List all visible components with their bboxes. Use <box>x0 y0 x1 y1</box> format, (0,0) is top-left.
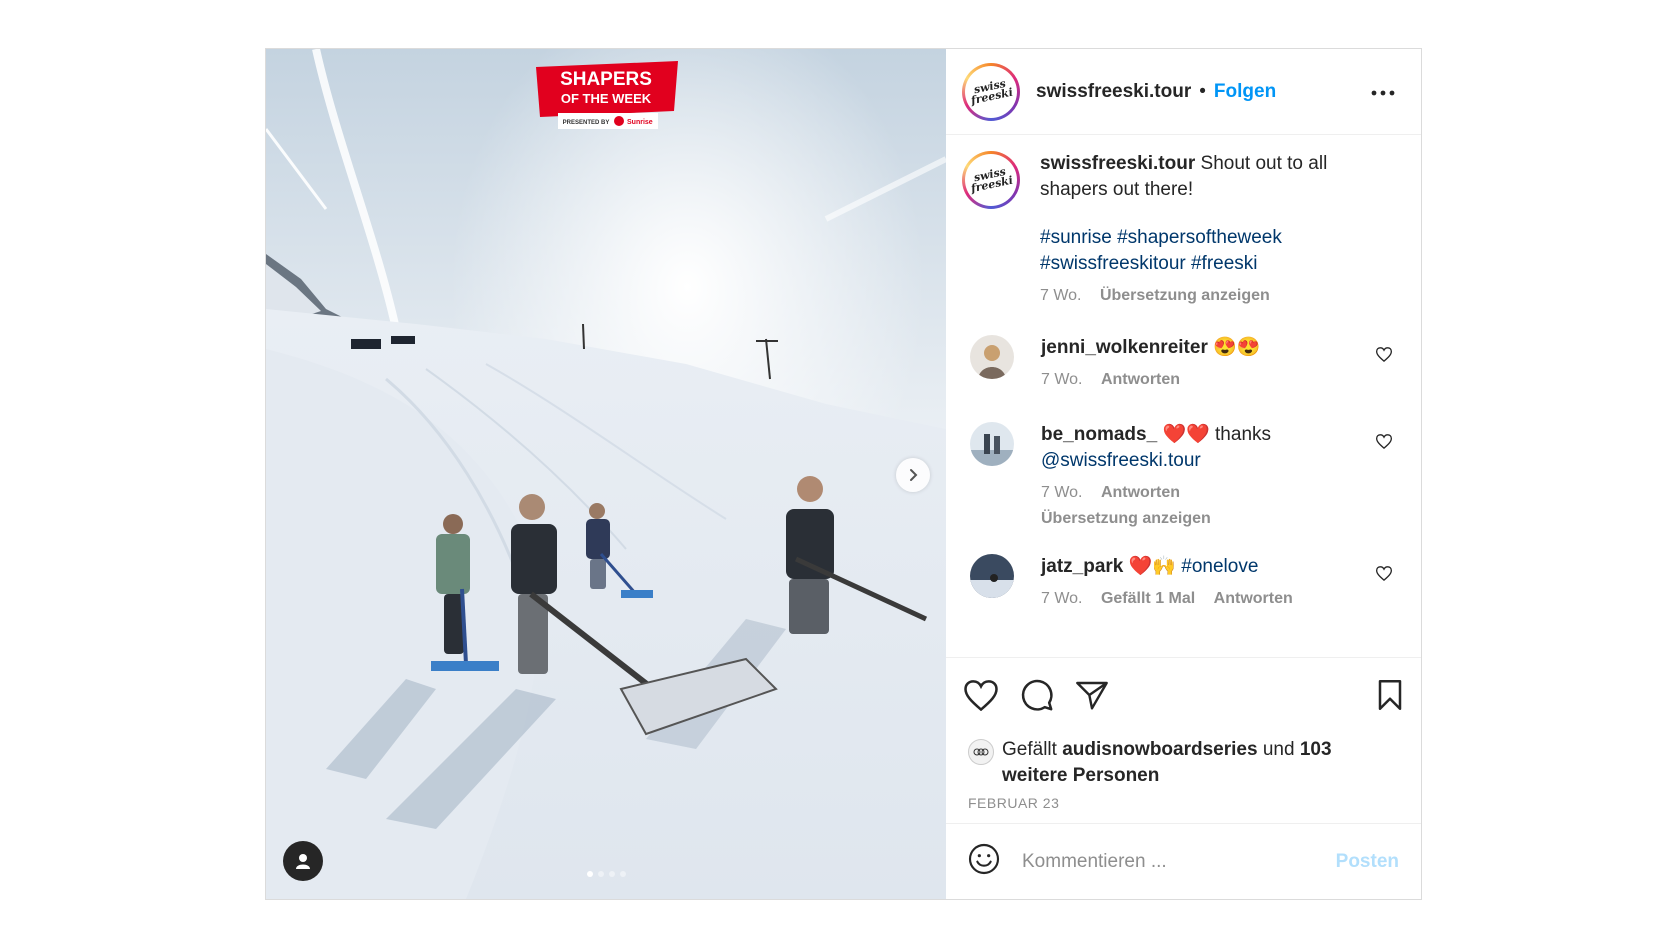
avatar-logo-text: swiss freeski <box>969 164 1015 196</box>
comment-time: 7 Wo. <box>1041 590 1083 607</box>
sunrise-logo-icon <box>614 116 624 126</box>
likes-suffix[interactable]: weitere Personen <box>1002 765 1159 786</box>
comment-avatar[interactable] <box>970 554 1014 598</box>
header-separator: • <box>1199 80 1206 102</box>
carousel-dot <box>597 871 604 877</box>
reply-link[interactable]: Antworten <box>1101 484 1180 501</box>
badge-line1: SHAPERS <box>560 69 652 90</box>
caption-hashtags: #sunrise #shapersoftheweek #swissfreeski… <box>1040 225 1360 277</box>
comment-username[interactable]: jenni_wolkenreiter <box>1041 337 1208 358</box>
comment-button[interactable] <box>1020 678 1054 717</box>
comment-time: 7 Wo. <box>1041 484 1083 501</box>
comment-text: ❤️🙌 <box>1128 556 1176 577</box>
comment-composer: Posten <box>946 823 1421 899</box>
caption-avatar[interactable]: swiss freeski <box>962 151 1020 209</box>
carousel-dot <box>619 871 626 877</box>
smiley-icon <box>968 843 1000 875</box>
header-username[interactable]: swissfreeski.tour <box>1036 81 1191 103</box>
carousel-dot <box>608 871 615 877</box>
likes-count[interactable]: 103 <box>1300 739 1332 760</box>
share-button[interactable] <box>1076 680 1108 715</box>
shapers-of-the-week-badge: SHAPERS OF THE WEEK PRESENTED BY Sunrise <box>536 61 678 129</box>
likes-section: Gefällt audisnowboardseries und 103 weit… <box>946 737 1421 823</box>
comment-like-button[interactable] <box>1375 347 1393 367</box>
heart-icon <box>964 679 998 711</box>
comment-like-button[interactable] <box>1375 566 1393 586</box>
heart-icon <box>1375 347 1393 363</box>
post-photo <box>266 49 946 899</box>
audi-logo-icon <box>973 748 989 756</box>
comment-avatar[interactable] <box>970 335 1014 379</box>
more-options-button[interactable] <box>1371 83 1395 101</box>
liker-avatar[interactable] <box>968 739 994 765</box>
comment-input[interactable] <box>1022 850 1322 873</box>
translate-link[interactable]: Übersetzung anzeigen <box>1041 510 1211 527</box>
chevron-right-icon <box>910 469 918 481</box>
comment-like-button[interactable] <box>1375 434 1393 454</box>
hashtags-line[interactable]: #swissfreeskitour #freeski <box>1040 251 1360 277</box>
caption-meta: 7 Wo. Übersetzung anzeigen <box>1040 283 1360 309</box>
post-date[interactable]: FEBRUAR 23 <box>968 795 1399 811</box>
carousel-next-button[interactable] <box>896 458 930 492</box>
reply-link[interactable]: Antworten <box>1214 590 1293 607</box>
carousel-dot-active <box>586 871 593 877</box>
post-side-panel: swiss freeski swissfreeski.tour • Folgen… <box>946 49 1421 899</box>
post-media[interactable]: SHAPERS OF THE WEEK PRESENTED BY Sunrise <box>266 49 946 899</box>
post-caption: swiss freeski swissfreeski.tour Shout ou… <box>962 151 1405 309</box>
save-button[interactable] <box>1377 680 1403 715</box>
badge-presented-by: PRESENTED BY <box>563 120 610 126</box>
post-actions <box>946 657 1421 737</box>
post-header: swiss freeski swissfreeski.tour • Folgen <box>946 49 1421 135</box>
caption-username[interactable]: swissfreeski.tour <box>1040 153 1195 174</box>
liker-username[interactable]: audisnowboardseries <box>1062 739 1257 760</box>
comment-avatar[interactable] <box>970 422 1014 466</box>
more-horizontal-icon <box>1371 90 1395 95</box>
comment-icon <box>1021 679 1053 711</box>
comment-hashtag[interactable]: #onelove <box>1181 556 1258 577</box>
badge-line2: OF THE WEEK <box>561 91 652 106</box>
bookmark-icon <box>1378 680 1402 710</box>
likes-prefix: Gefällt <box>1002 739 1057 760</box>
like-button[interactable] <box>964 679 998 716</box>
comment-likes-link[interactable]: Gefällt 1 Mal <box>1101 590 1195 607</box>
comment-username[interactable]: be_nomads_ <box>1041 424 1157 445</box>
carousel-indicator <box>266 871 946 877</box>
reply-link[interactable]: Antworten <box>1101 371 1180 388</box>
instagram-post: SHAPERS OF THE WEEK PRESENTED BY Sunrise <box>265 48 1422 900</box>
heart-icon <box>1375 434 1393 450</box>
caption-time: 7 Wo. <box>1040 287 1082 304</box>
comments-section[interactable]: swiss freeski swissfreeski.tour Shout ou… <box>946 135 1421 657</box>
user-icon <box>296 854 310 869</box>
comment-item: be_nomads_ ❤️❤️ thanks @swissfreeski.tou… <box>970 422 1400 532</box>
avatar-logo-text: swiss freeski <box>969 76 1015 107</box>
hashtags-line[interactable]: #sunrise #shapersoftheweek <box>1040 225 1360 251</box>
comment-username[interactable]: jatz_park <box>1041 556 1123 577</box>
translate-link[interactable]: Übersetzung anzeigen <box>1100 287 1270 304</box>
comment-item: jenni_wolkenreiter 😍😍 7 Wo. Antworten <box>970 335 1400 393</box>
comment-text: ❤️❤️ thanks <box>1162 424 1272 445</box>
badge-sponsor: Sunrise <box>627 119 653 126</box>
comment-time: 7 Wo. <box>1041 371 1083 388</box>
post-comment-button[interactable]: Posten <box>1336 851 1399 873</box>
profile-avatar[interactable]: swiss freeski <box>962 62 1020 121</box>
likes-connector: und <box>1262 739 1295 760</box>
comment-item: jatz_park ❤️🙌 #onelove 7 Wo. Gefällt 1 M… <box>970 554 1400 612</box>
heart-icon <box>1375 566 1393 582</box>
paper-plane-icon <box>1076 681 1108 710</box>
comment-mention[interactable]: @swissfreeski.tour <box>1041 450 1201 471</box>
follow-button[interactable]: Folgen <box>1214 81 1276 103</box>
emoji-button[interactable] <box>968 843 1000 880</box>
comment-text: 😍😍 <box>1213 337 1261 358</box>
